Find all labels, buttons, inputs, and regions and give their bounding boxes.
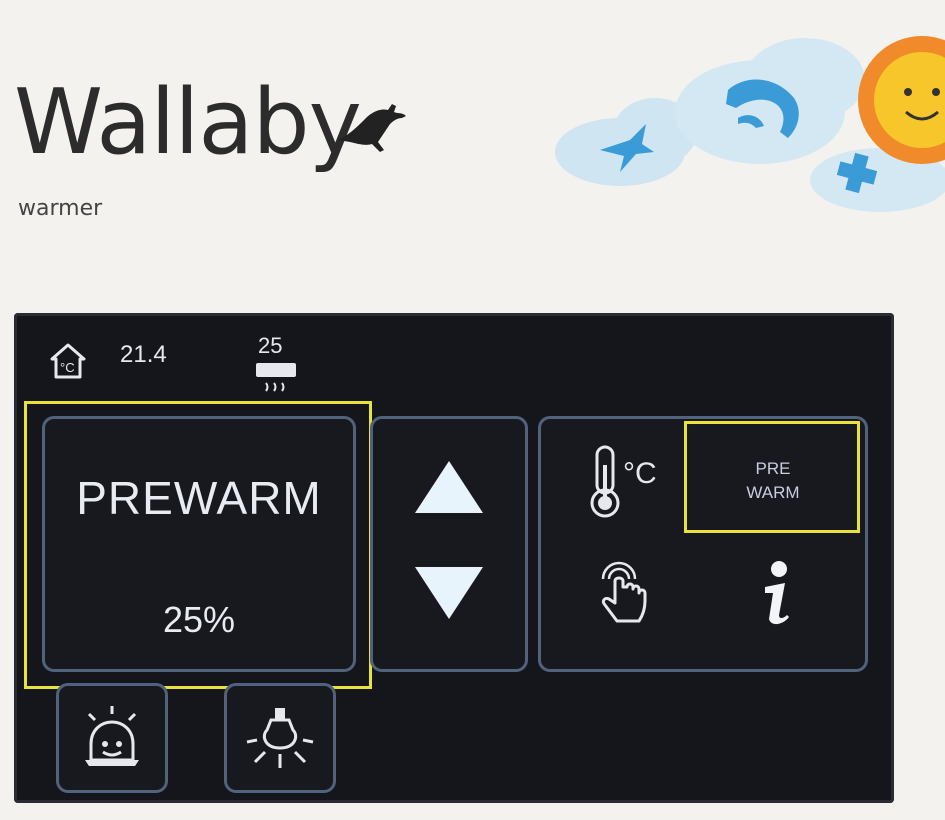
alarm-button[interactable] xyxy=(56,683,168,793)
lamp-icon xyxy=(246,708,314,768)
temperature-mode-button[interactable]: °C xyxy=(555,427,695,537)
arrow-up-icon xyxy=(415,461,483,513)
room-temperature-value: 21.4 xyxy=(120,341,167,368)
mode-highlight-frame xyxy=(24,401,372,689)
heater-icon xyxy=(256,363,296,392)
lamp-button[interactable] xyxy=(224,683,336,793)
prewarm-highlight-frame xyxy=(684,421,860,533)
adjust-panel xyxy=(370,416,528,672)
control-screen: °C 21.4 25 PREWARM 25% °C PRE WARM xyxy=(14,313,894,803)
decrease-button[interactable] xyxy=(373,549,525,659)
sky-decoration xyxy=(555,36,945,212)
touch-mode-button[interactable] xyxy=(555,547,695,657)
brand-subtitle: warmer xyxy=(18,196,103,221)
heater-level-value: 25 xyxy=(258,333,283,358)
heater-level-indicator: 25 xyxy=(254,331,314,401)
sun-icon xyxy=(858,36,945,164)
info-icon xyxy=(765,561,789,625)
thermometer-celsius-icon: °C xyxy=(590,445,657,518)
alarm-icon xyxy=(85,706,139,766)
touch-hand-icon xyxy=(601,561,647,623)
svg-text:°C: °C xyxy=(623,457,657,490)
brand-name: Wallaby xyxy=(14,70,362,175)
svg-text:°C: °C xyxy=(60,360,75,375)
house-celsius-icon: °C xyxy=(50,343,86,379)
kangaroo-icon xyxy=(338,104,406,152)
arrow-down-icon xyxy=(415,567,483,619)
info-button[interactable] xyxy=(703,547,843,657)
increase-button[interactable] xyxy=(373,429,525,539)
